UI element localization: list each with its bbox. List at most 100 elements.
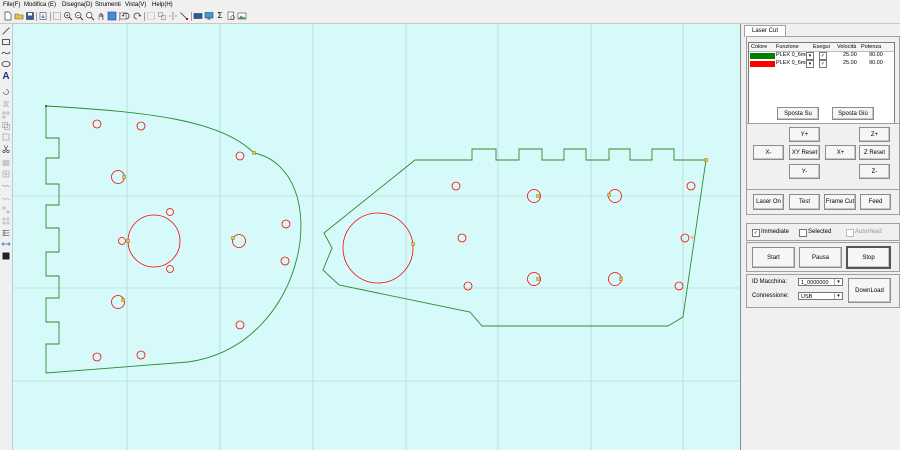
zoom-window-icon[interactable] [107,11,117,21]
feed-button[interactable]: Feed [860,194,891,210]
new-icon[interactable] [3,11,13,21]
ungroup-icon[interactable] [157,11,167,21]
autohead-checkbox[interactable] [846,229,854,237]
layer-function-dropdown[interactable]: ▾ [806,60,814,68]
wave-icon[interactable] [1,181,11,191]
layer-color-swatch[interactable] [750,61,775,67]
canvas-drawing: v [13,24,740,450]
layer-function: PLEX 0_6mm [776,60,810,66]
mirror-h-icon[interactable] [168,11,178,21]
start-button[interactable]: Start [752,247,795,268]
connection-select[interactable]: USB ▾ [798,292,843,300]
canvas-grid [13,24,740,450]
machine-id-select[interactable]: 1_0000000 ▾ [798,278,843,286]
scissors-icon[interactable] [1,144,11,154]
menu-help[interactable]: Help(H) [152,1,173,9]
save-icon[interactable] [25,11,35,21]
table-icon[interactable] [1,228,11,238]
autohead-label: AutoHead [855,229,882,235]
connection-label: Connessione: [752,293,789,299]
part-left-nodes [121,151,256,302]
layer-power: 90.00 [869,60,883,66]
move-up-button[interactable]: Sposta Su [777,107,819,120]
group-icon[interactable] [146,11,156,21]
machine-id-value: 1_0000000 [801,280,829,286]
monitor-icon[interactable] [204,11,214,21]
node-edit-icon[interactable] [179,11,189,21]
document-icon[interactable] [226,11,236,21]
z-reset-button[interactable]: Z Reset [859,145,890,160]
zoom-out-icon[interactable] [74,11,84,21]
laser-icon[interactable] [193,11,203,21]
undo-icon[interactable] [121,11,131,21]
ellipse-icon[interactable] [1,59,11,69]
xy-reset-button[interactable]: XY Reset [789,145,820,160]
move-down-button[interactable]: Sposta Giù [832,107,874,120]
pan-icon[interactable] [96,11,106,21]
rotate-icon[interactable] [1,87,11,97]
offset-icon[interactable] [1,121,11,131]
layer-color-swatch[interactable] [750,53,775,59]
x-plus-button[interactable]: X+ [825,145,856,160]
rectangle-icon[interactable] [1,37,11,47]
drawing-canvas[interactable]: v [13,24,741,450]
part-left-outline [45,105,302,374]
node-icon[interactable] [1,205,11,215]
chevron-down-icon: ▾ [834,293,842,299]
toolbar: Σ [0,10,900,24]
menu-file[interactable]: File(F) [3,1,20,9]
selected-checkbox[interactable] [799,229,807,237]
machine-id-label: ID Macchina: [752,279,788,285]
menu-disegna[interactable]: Disegna(D) [62,1,92,9]
open-icon[interactable] [14,11,24,21]
layer-power: 90.00 [869,52,883,58]
stop-button[interactable]: Stop [846,246,891,269]
x-minus-button[interactable]: X- [753,145,784,160]
image-icon[interactable] [237,11,247,21]
sum-icon[interactable]: Σ [215,11,225,21]
layer-speed: 25.00 [843,52,857,58]
header-colore: Colore [751,44,768,50]
laser-on-button[interactable]: Laser On [753,194,784,210]
arrows-icon[interactable] [1,239,11,249]
frame-cut-button[interactable]: Frame Cut [824,194,856,210]
immediate-label: Immediate [761,229,790,235]
menu-vista[interactable]: Vista(V) [125,1,146,9]
align-icon[interactable] [1,99,11,109]
layer-execute-checkbox[interactable]: ✓ [819,52,827,60]
test-button[interactable]: Test [789,194,820,210]
part-right-outline [322,148,707,327]
y-minus-button[interactable]: Y- [789,164,820,179]
pause-button[interactable]: Pausa [799,247,842,268]
download-button[interactable]: DownLoad [848,278,891,303]
layer-function-dropdown[interactable]: ▾ [806,52,814,60]
import-icon[interactable] [38,11,48,21]
header-esegui: Esegui [813,44,830,50]
y-plus-button[interactable]: Y+ [789,127,820,142]
grid-icon[interactable] [1,169,11,179]
black-square-icon[interactable] [1,251,11,261]
zoom-in-icon[interactable] [63,11,73,21]
redo-icon[interactable] [132,11,142,21]
menu-strumenti[interactable]: Strumenti [95,1,121,9]
part-right-holes [342,181,696,291]
connection-value: USB [801,294,813,300]
header-velocita: Velocità [837,44,857,50]
text-icon[interactable]: A [1,72,11,82]
curve-icon[interactable] [1,48,11,58]
menu-modifica[interactable]: Modifica (E) [24,1,56,9]
z-minus-button[interactable]: Z- [859,164,890,179]
nodes-icon[interactable] [1,216,11,226]
cursor-marker: v [691,235,694,241]
immediate-checkbox[interactable]: ✓ [752,229,760,237]
array-icon[interactable] [1,110,11,120]
fill-icon[interactable] [1,158,11,168]
zoom-fit-icon[interactable] [85,11,95,21]
layer-execute-checkbox[interactable]: ✓ [819,60,827,68]
line-icon[interactable] [1,26,11,36]
align-center-icon[interactable] [1,132,11,142]
snap-icon[interactable] [1,193,11,203]
laser-cut-panel: Laser Cut Colore Funzione Esegui Velocit… [742,24,900,450]
z-plus-button[interactable]: Z+ [859,127,890,142]
select-icon[interactable] [52,11,62,21]
